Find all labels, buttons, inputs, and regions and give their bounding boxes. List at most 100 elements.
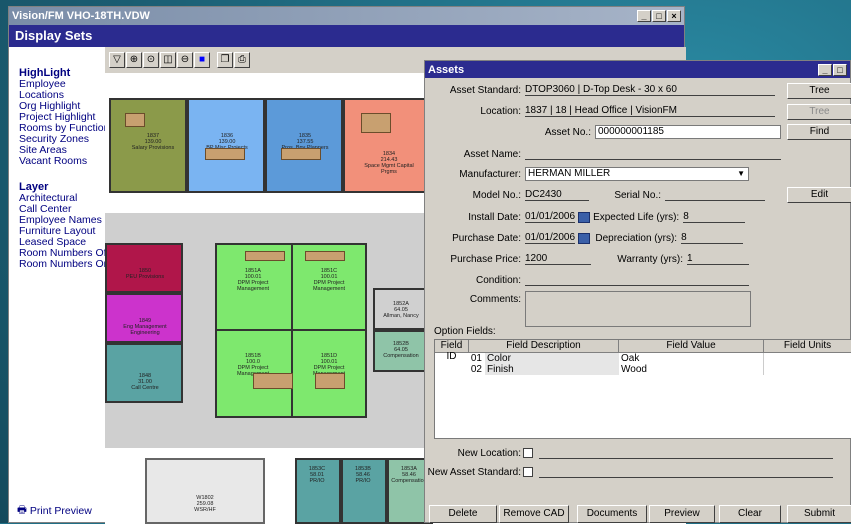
warranty-label: Warranty (yrs): (617, 253, 683, 265)
main-window-title: Vision/FM VHO-18TH.VDW (12, 10, 150, 22)
model-no-label: Model No.: (472, 189, 521, 201)
room-label-1851a: 1851A 100.01 DPM Project Management (236, 268, 270, 292)
desk (125, 113, 145, 127)
manufacturer-row: Manufacturer: HERMAN MILLER ▼ (425, 167, 749, 181)
layer-group: Layer Architectural Call Center Employee… (9, 181, 109, 270)
zoom-in-icon[interactable]: ⊕ (126, 52, 142, 68)
tree-button-1[interactable]: Tree (787, 83, 851, 99)
edit-button[interactable]: Edit (787, 187, 851, 203)
calendar-icon[interactable] (578, 211, 591, 223)
purchase-price-row: Purchase Price: 1200 Warranty (yrs): 1 (425, 253, 749, 265)
minimize-button[interactable]: _ (637, 10, 651, 22)
cell-field-id: 02 (470, 364, 482, 375)
assets-title: Assets (428, 63, 465, 76)
assets-minimize-button[interactable]: _ (818, 63, 832, 76)
cell-field-units[interactable] (764, 353, 851, 364)
new-asset-standard-field[interactable] (539, 466, 833, 478)
purchase-price-value[interactable]: 1200 (525, 253, 591, 265)
find-button[interactable]: Find (787, 124, 851, 140)
purchase-date-row: Purchase Date: 01/01/2006 Depreciation (… (425, 232, 744, 244)
desk (361, 113, 391, 133)
room-label-1852b: 1852B 64.05 Compensation (383, 341, 419, 359)
room-label-1850: 1850 PEU Provisions (125, 268, 165, 280)
depreciation-value[interactable]: 8 (681, 232, 744, 244)
display-sets-sidebar: HighLight Employee Locations Org Highlig… (9, 47, 109, 522)
purchase-date-label: Purchase Date: (452, 232, 521, 244)
room-label-1848: 1848 31.00 Call Centre (131, 373, 159, 391)
manufacturer-value: HERMAN MILLER (528, 168, 611, 179)
new-asset-standard-row: New Asset Standard: (425, 466, 833, 478)
printer-icon: 🖶 (17, 504, 27, 516)
maximize-button[interactable]: □ (652, 10, 666, 22)
asset-no-input[interactable]: 000000001185 (595, 125, 781, 139)
sidebar-link-vacant-rooms[interactable]: Vacant Rooms (19, 156, 105, 167)
remove-cad-button[interactable]: Remove CAD (499, 505, 569, 523)
tree-button-2[interactable]: Tree (787, 104, 851, 120)
documents-button[interactable]: Documents (577, 505, 647, 523)
location-row: Location: 1837 | 18 | Head Office | Visi… (425, 105, 775, 117)
condition-label: Condition: (475, 274, 521, 286)
option-fields-grid[interactable]: Field ID Field Description Field Value F… (434, 339, 851, 439)
wall (215, 329, 367, 331)
room-label-1851c: 1851C 100.01 DPM Project Management (312, 268, 346, 292)
cell-field-units[interactable] (764, 364, 851, 375)
expected-life-label: Expected Life (yrs): (593, 211, 680, 223)
serial-no-label: Serial No.: (614, 189, 661, 201)
select-arrow-icon[interactable]: ▽ (109, 52, 125, 68)
condition-field[interactable] (525, 274, 749, 286)
copy-icon[interactable]: ❐ (217, 52, 233, 68)
zoom-area-icon[interactable]: ⊙ (143, 52, 159, 68)
close-button[interactable]: × (667, 10, 681, 22)
delete-button[interactable]: Delete (429, 505, 497, 523)
zoom-out-icon[interactable]: ⊖ (177, 52, 193, 68)
calendar-icon[interactable] (578, 232, 591, 244)
cell-field-value[interactable]: Wood (619, 364, 764, 375)
new-asset-standard-label: New Asset Standard: (427, 466, 521, 478)
clear-button[interactable]: Clear (719, 505, 781, 523)
cell-field-id: 01 (470, 353, 482, 364)
room-label-1837: 1837 139.00 Salary Provisions (131, 133, 175, 151)
col-field-description[interactable]: Field Description (469, 340, 619, 352)
option-fields-label: Option Fields: (434, 326, 496, 337)
table-row[interactable]: 01 Color Oak (435, 353, 851, 364)
condition-row: Condition: (425, 274, 749, 286)
col-field-units[interactable]: Field Units (764, 340, 851, 352)
comments-textarea[interactable] (525, 291, 751, 327)
serial-no-value[interactable] (665, 189, 765, 201)
new-location-field[interactable] (539, 447, 833, 459)
zoom-window-icon[interactable]: ◫ (160, 52, 176, 68)
cell-field-description: Color (485, 353, 619, 364)
asset-standard-value: DTOP3060 | D-Top Desk - 30 x 60 (525, 84, 775, 96)
asset-no-row: Asset No.: 000000001185 (425, 125, 781, 139)
model-no-value[interactable]: DC2430 (525, 189, 589, 201)
sidebar-link-room-numbers-on[interactable]: Room Numbers On (19, 259, 109, 270)
location-value: 1837 | 18 | Head Office | VisionFM (525, 105, 775, 117)
desk (315, 373, 345, 389)
new-asset-standard-checkbox[interactable] (523, 467, 533, 477)
manufacturer-label: Manufacturer: (459, 168, 521, 180)
table-row[interactable]: 02 Finish Wood (435, 364, 851, 375)
desk (305, 251, 345, 261)
room-w1802[interactable] (145, 458, 265, 524)
print-icon[interactable]: ⎙ (234, 52, 250, 68)
expected-life-value[interactable]: 8 (683, 211, 746, 223)
assets-maximize-button[interactable]: □ (833, 63, 847, 76)
cell-field-value[interactable]: Oak (619, 353, 764, 364)
col-field-value[interactable]: Field Value (619, 340, 764, 352)
assets-titlebar: Assets _ □ (425, 61, 850, 78)
zoom-extents-icon[interactable]: ■ (194, 52, 210, 68)
desk (245, 251, 285, 261)
purchase-date-value[interactable]: 01/01/2006 (525, 232, 576, 244)
asset-name-field[interactable] (525, 148, 781, 160)
preview-button[interactable]: Preview (649, 505, 715, 523)
location-label: Location: (480, 105, 521, 117)
new-location-label: New Location: (457, 447, 521, 459)
print-preview-link[interactable]: 🖶 Print Preview (17, 502, 92, 520)
col-field-id[interactable]: Field ID (435, 340, 469, 362)
manufacturer-select[interactable]: HERMAN MILLER ▼ (525, 167, 749, 181)
warranty-value[interactable]: 1 (687, 253, 749, 265)
new-location-checkbox[interactable] (523, 448, 533, 458)
asset-standard-label: Asset Standard: (449, 84, 521, 96)
install-date-value[interactable]: 01/01/2006 (525, 211, 576, 223)
submit-button[interactable]: Submit (787, 505, 851, 523)
